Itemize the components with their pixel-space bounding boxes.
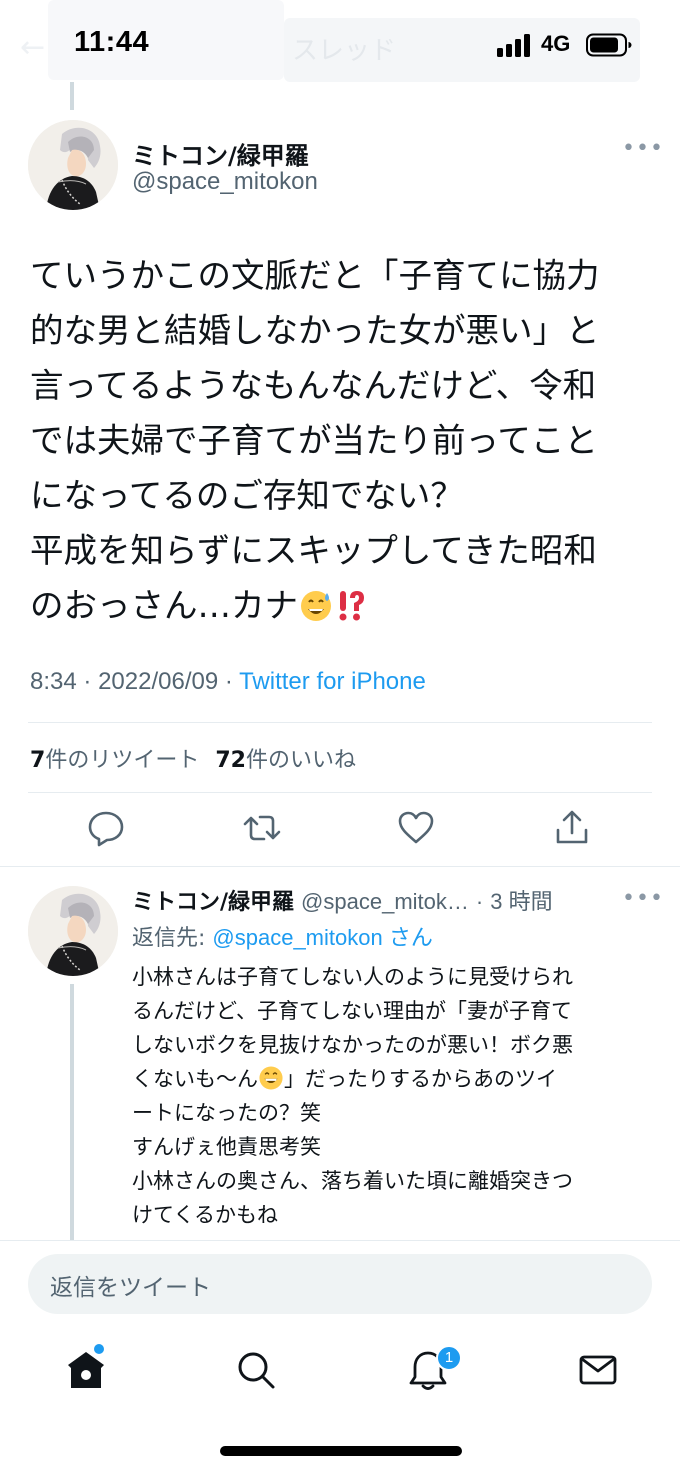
battery-icon [586,33,632,57]
like-icon[interactable] [396,808,436,848]
home-new-indicator [94,1344,104,1354]
reply-timestamp: 3 時間 [490,889,553,914]
divider [28,792,652,793]
avatar[interactable] [28,886,118,976]
share-icon[interactable] [552,808,592,848]
thread-line [70,82,74,110]
tweet-line: になってるのご存知でない？ [30,476,464,515]
more-options-icon[interactable]: ••• [622,886,664,911]
reply-line: くないも〜ん [132,1067,258,1091]
home-indicator[interactable] [220,1446,462,1456]
reply-line: 小林さんは子育てしない人のように見受けられ [132,965,573,989]
cellular-signal-icon [497,33,533,57]
reply-line: けてくるかもね [132,1203,278,1227]
avatar[interactable] [28,120,118,210]
reply-line: るんだけど、子育てしない理由が「妻が子育て [132,999,572,1023]
divider [0,866,680,867]
author-name[interactable]: ミトコン/緑甲羅 [132,136,309,171]
tweet-date: 2022/06/09 [98,668,219,695]
retweet-count: 7 [30,748,46,773]
messages-icon[interactable] [576,1348,620,1392]
reply-line: 小林さんの奥さん、落ち着いた頃に離婚突きつ [132,1169,573,1193]
reply-author-handle[interactable]: @space_mitok… [301,889,469,914]
reply-to: 返信先: @space_mitokon さん [132,920,433,952]
divider [0,1240,680,1241]
network-type: 4G [541,31,571,56]
reply-text: 小林さんは子育てしない人のように見受けられ るんだけど、子育てしない理由が「妻が… [132,960,652,1232]
like-count: 72 [215,748,246,773]
like-stat[interactable]: 72件のいいね [215,748,356,773]
tweet-line: では夫婦で子育てが当たり前ってこと [30,421,598,460]
compose-placeholder: 返信をツイート [50,1275,211,1301]
status-time: 11:44 [74,26,150,58]
reply-icon[interactable] [86,808,126,848]
grinning-sweat-emoji [301,591,331,621]
tweet-time: 8:34 [30,668,77,695]
reply-to-suffix: さん [382,925,433,950]
separator: · [475,889,484,914]
tweet-line: ていうかこの文脈だと「子育てに協力 [30,256,600,295]
more-options-icon[interactable]: ••• [622,136,664,161]
separator: · [224,668,233,695]
retweet-label: 件のリツイート [45,748,200,773]
divider [28,722,652,723]
separator: · [83,668,92,695]
avatar-illustration [28,886,118,976]
tweet-line: 言ってるようなもんなんだけど、令和 [30,366,597,405]
home-icon[interactable] [64,1348,108,1392]
search-icon[interactable] [234,1348,278,1392]
reply-line: ートになったの？笑 [132,1101,321,1125]
reply-author-name[interactable]: ミトコン/緑甲羅 [132,890,294,915]
tweet-line: のおっさん…カナ [30,586,298,625]
reply-line: しないボクを見抜けなかったのが悪い！ボク悪 [132,1033,573,1057]
notification-badge: 1 [436,1345,462,1371]
retweet-stat[interactable]: 7件のリツイート [30,748,199,773]
status-bar: 11:44 4G [0,0,680,92]
exclamation-question-emoji [339,591,364,621]
tweet-line: 平成を知らずにスキップしてきた昭和 [30,531,597,570]
reply-to-handle[interactable]: @space_mitokon [212,925,382,950]
tweet-stats: 7件のリツイート 72件のいいね [30,742,356,774]
like-label: 件のいいね [245,748,356,773]
tweet-text: ていうかこの文脈だと「子育てに協力 的な男と結婚しなかった女が悪い」と 言ってる… [30,248,660,633]
tweet-line: 的な男と結婚しなかった女が悪い」と [30,311,600,350]
grinning-emoji [259,1066,283,1090]
retweet-icon[interactable] [242,808,282,848]
author-handle[interactable]: @space_mitokon [132,168,318,196]
reply-to-label: 返信先: [132,926,213,951]
thread-line [70,984,74,1240]
reply-header: ミトコン/緑甲羅 @space_mitok… · 3 時間 [132,884,616,916]
tweet-source-link[interactable]: Twitter for iPhone [239,668,426,695]
tweet-meta: 8:34 · 2022/06/09 · Twitter for iPhone [30,668,426,696]
avatar-illustration [28,120,118,210]
reply-line: すんげぇ他責思考笑 [132,1135,321,1159]
reply-line: 」だったりするからあのツイ [284,1067,557,1091]
